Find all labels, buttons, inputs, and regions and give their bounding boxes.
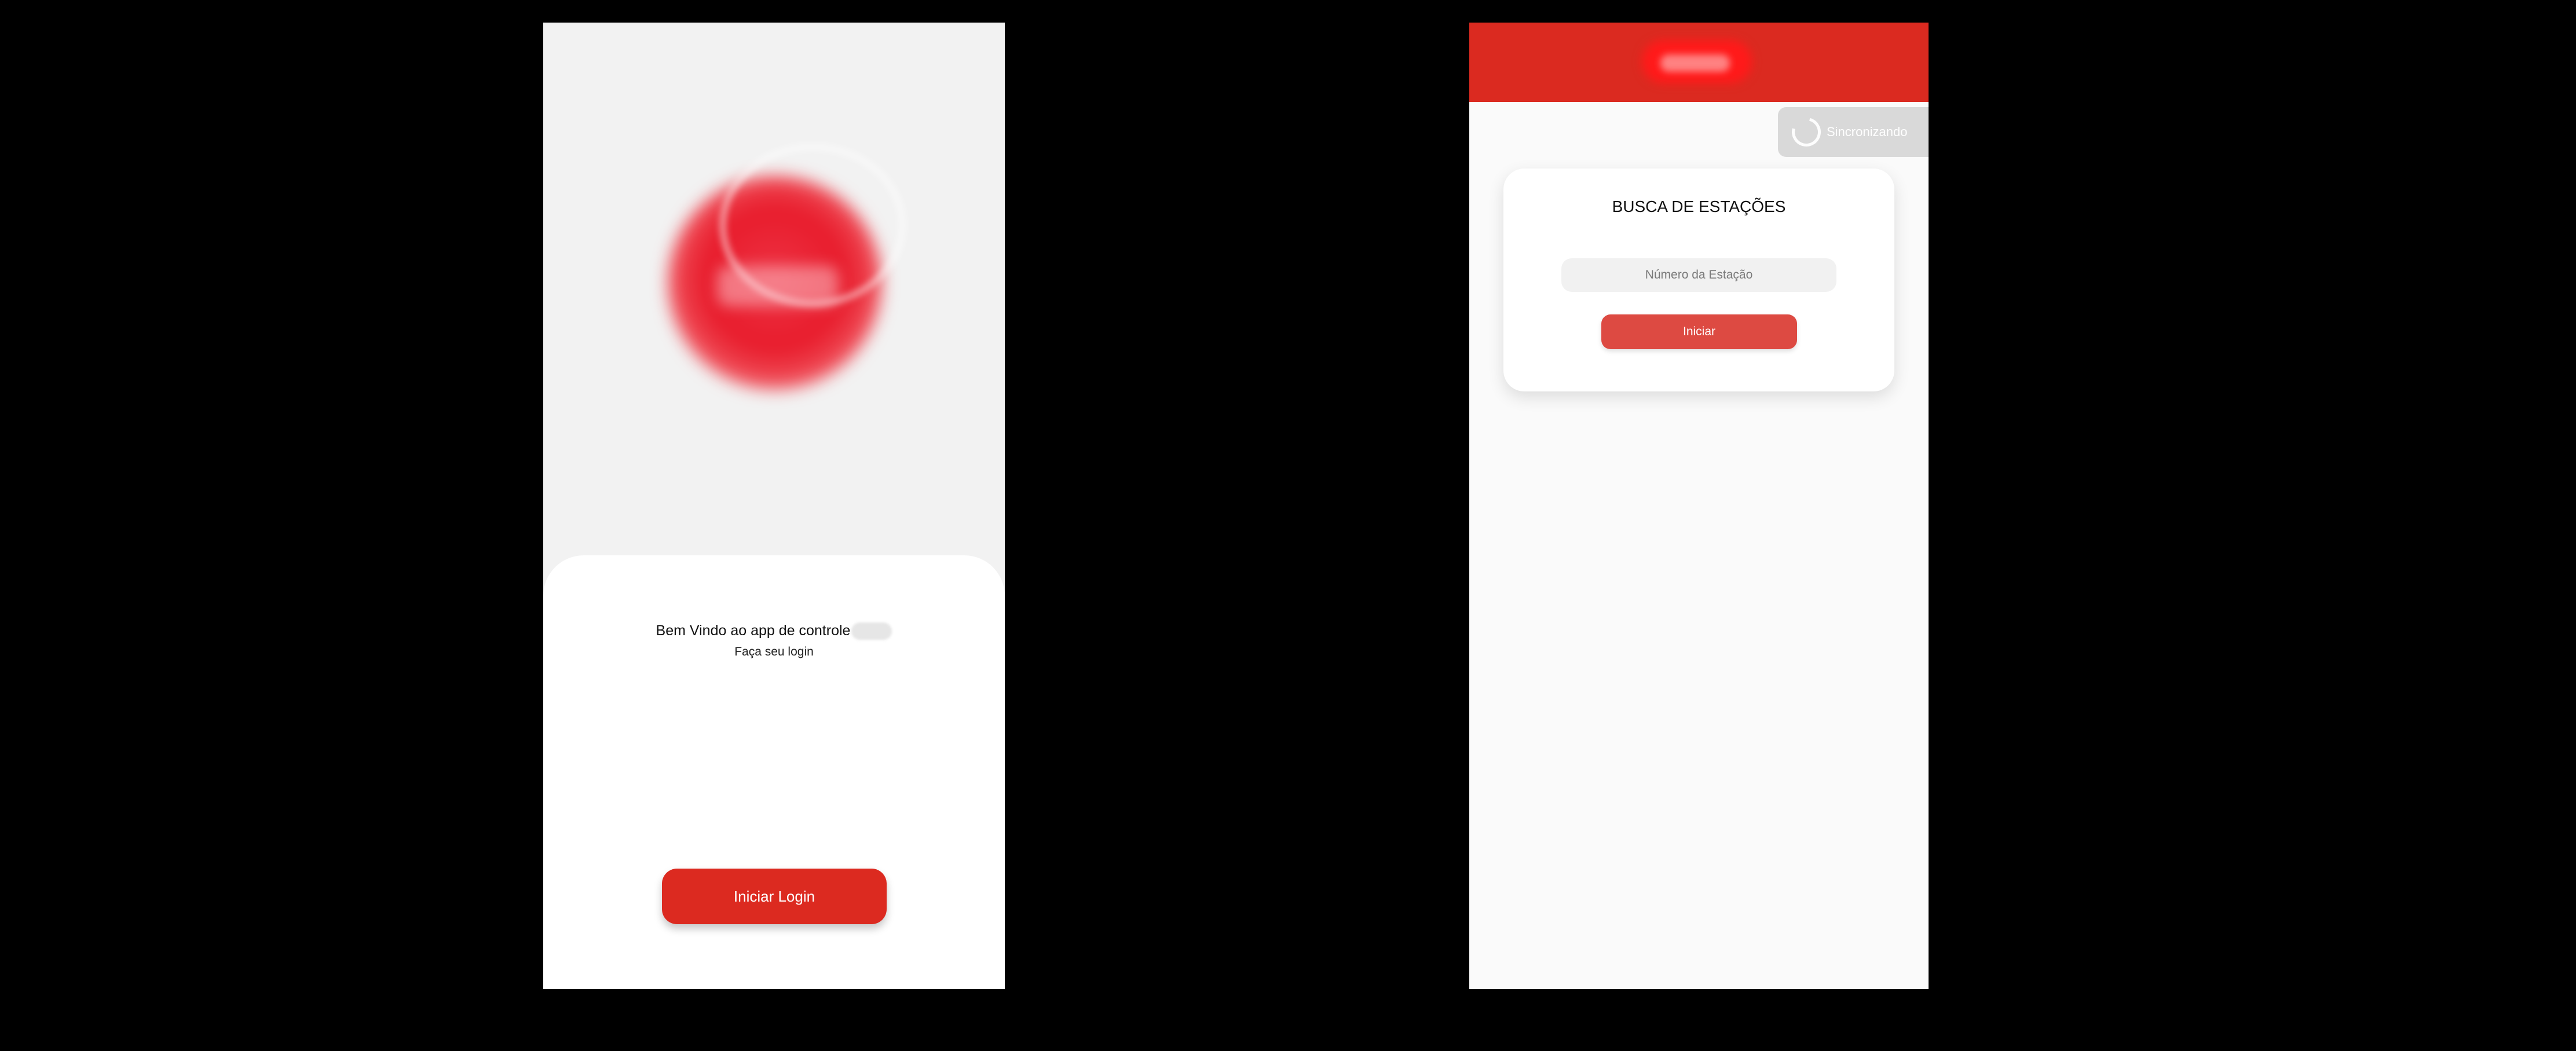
brand-logo-text (1660, 54, 1730, 72)
app-logo-text (717, 266, 839, 306)
welcome-message: Bem Vindo ao app de controle (543, 622, 1005, 640)
start-button[interactable]: Iniciar (1601, 314, 1797, 349)
station-search-screen: Sincronizando BUSCA DE ESTAÇÕES Iniciar (1469, 23, 1929, 989)
station-search-card: BUSCA DE ESTAÇÕES Iniciar (1503, 169, 1894, 391)
sync-status-text: Sincronizando (1827, 124, 1908, 139)
welcome-text: Bem Vindo ao app de controle (656, 622, 851, 639)
top-bar (1469, 23, 1929, 102)
station-number-input[interactable] (1561, 258, 1836, 292)
start-login-button[interactable]: Iniciar Login (662, 869, 887, 924)
login-subtitle: Faça seu login (734, 645, 814, 658)
sync-status-badge: Sincronizando (1778, 107, 1929, 157)
sync-spinner-icon (1786, 112, 1827, 152)
login-screen: Bem Vindo ao app de controle Faça seu lo… (543, 23, 1005, 989)
redacted-name (851, 622, 892, 640)
card-title: BUSCA DE ESTAÇÕES (1612, 197, 1786, 215)
